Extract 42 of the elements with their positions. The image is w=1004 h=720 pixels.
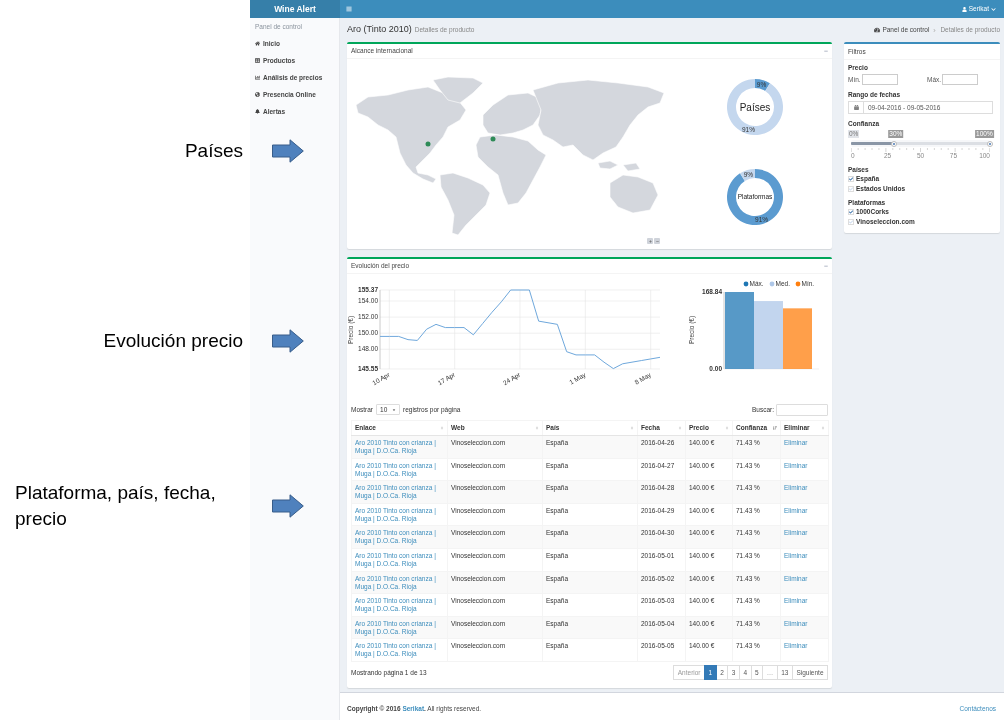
home-icon — [255, 41, 260, 46]
check-icon — [849, 187, 853, 191]
user-icon — [961, 6, 967, 12]
page-title: Aro (Tinto 2010) — [347, 23, 412, 37]
checkbox[interactable] — [848, 176, 854, 182]
plus-icon — [648, 239, 652, 243]
brand-logo[interactable]: Wine Alert — [250, 0, 340, 18]
slider-thumb[interactable] — [987, 140, 993, 147]
right-arrow-icon — [272, 139, 304, 163]
globe-icon — [255, 92, 260, 97]
checkbox[interactable] — [848, 186, 854, 192]
right-arrow-icon — [272, 329, 304, 353]
map-marker-icon — [425, 141, 431, 147]
bar-chart-icon — [255, 75, 260, 80]
map-marker-icon — [490, 136, 496, 142]
checkbox[interactable] — [848, 219, 854, 225]
minus-icon — [655, 239, 659, 243]
checkbox[interactable] — [848, 209, 854, 215]
dashboard-icon — [874, 27, 881, 33]
check-icon — [849, 220, 853, 224]
bar — [783, 308, 812, 369]
annotation-text: Países — [184, 139, 243, 163]
calendar-icon — [853, 105, 859, 110]
zoom-out-button[interactable] — [654, 238, 660, 244]
zoom-in-button[interactable] — [647, 238, 653, 244]
menu-icon — [346, 6, 352, 12]
slider-thumb[interactable] — [891, 140, 898, 147]
annotation-text: Plataforma, país, fecha, precio — [15, 481, 217, 531]
check-icon — [849, 210, 853, 214]
chart-title: Países — [739, 101, 771, 113]
max-price-field[interactable] — [942, 74, 979, 85]
check-icon — [849, 177, 853, 181]
table-icon — [255, 58, 260, 63]
menu-button[interactable] — [346, 6, 352, 12]
annotation-text: Evolución precio — [103, 329, 243, 353]
chevron-right-icon — [932, 27, 938, 33]
chevron-down-icon — [991, 6, 996, 12]
search-field[interactable] — [776, 403, 828, 416]
bar — [754, 301, 783, 369]
bell-icon — [255, 109, 260, 114]
min-price-field[interactable] — [861, 74, 898, 85]
right-arrow-icon — [272, 494, 304, 518]
